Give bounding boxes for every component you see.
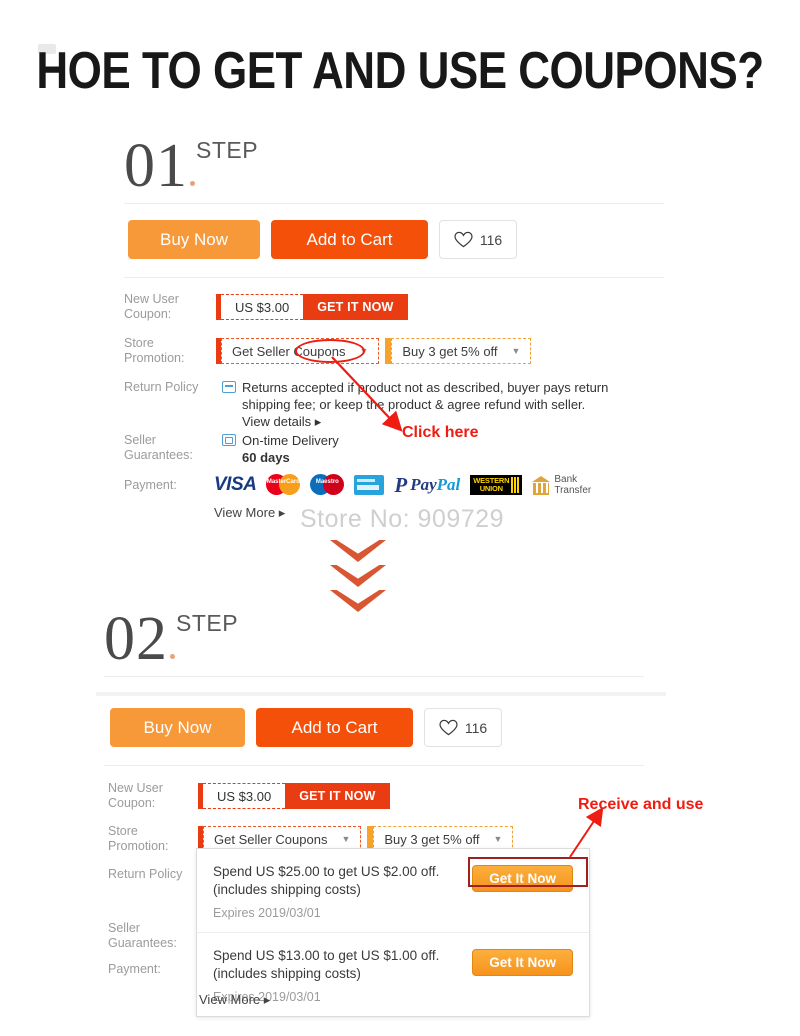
return-policy-line1-wrap: Returns accepted if product not as descr… bbox=[222, 379, 622, 396]
return-policy-line2: shipping fee; or keep the product & agre… bbox=[242, 397, 586, 412]
heart-icon bbox=[439, 719, 458, 736]
buy-now-button[interactable]: Buy Now bbox=[128, 220, 260, 259]
step-01-number: 01 bbox=[124, 135, 195, 197]
payment-methods: VISA MasterCard Maestro P PayPal WESTERN… bbox=[214, 472, 592, 497]
return-policy-label: Return Policy bbox=[108, 867, 183, 881]
new-user-coupon-widget[interactable]: US $3.00 GET IT NOW bbox=[216, 294, 408, 320]
divider-actions-step01 bbox=[124, 277, 664, 278]
coupon-condition-line1: Spend US $25.00 to get US $2.00 off. bbox=[213, 864, 440, 879]
seller-coupons-label: Get Seller Coupons bbox=[214, 831, 328, 847]
wishlist-count: 116 bbox=[464, 719, 488, 736]
annotation-receive-and-use: Receive and use bbox=[578, 796, 704, 813]
chevron-down-icon bbox=[330, 590, 386, 612]
coupon-get-it-now-button[interactable]: GET IT NOW bbox=[303, 294, 408, 320]
action-buttons-step01: Buy Now Add to Cart 116 bbox=[128, 220, 517, 259]
mastercard-icon: MasterCard bbox=[266, 474, 301, 495]
bulk-deal-label: Buy 3 get 5% off bbox=[384, 831, 480, 847]
card-blue-shape bbox=[354, 474, 385, 495]
coupon-condition-line2: (includes shipping costs) bbox=[213, 882, 361, 897]
down-chevrons bbox=[330, 540, 386, 612]
coupon-amount: US $3.00 bbox=[221, 294, 304, 320]
annotation-ellipse-click-target bbox=[295, 339, 365, 363]
maestro-icon: Maestro bbox=[310, 474, 345, 495]
wishlist-button[interactable]: 116 bbox=[439, 220, 517, 259]
step-01-header: 01 STEP bbox=[124, 135, 258, 197]
store-promotion-label: Store Promotion: bbox=[108, 824, 169, 853]
coupon-condition-line1: Spend US $13.00 to get US $1.00 off. bbox=[213, 948, 440, 963]
wishlist-button[interactable]: 116 bbox=[424, 708, 502, 747]
step-02-header: 02 STEP bbox=[104, 608, 238, 670]
chevron-down-icon: ▼ bbox=[511, 346, 521, 356]
paypal-wordmark: PayPal bbox=[410, 474, 461, 494]
section-band-step02 bbox=[96, 692, 666, 696]
bank-card-icon bbox=[354, 474, 385, 495]
heart-icon bbox=[454, 231, 473, 248]
action-buttons-step02: Buy Now Add to Cart 116 bbox=[110, 708, 502, 747]
store-number-watermark: Store No: 909729 bbox=[300, 505, 504, 533]
payment-label: Payment: bbox=[124, 478, 177, 492]
chevron-down-icon bbox=[330, 565, 386, 587]
maestro-label: Maestro bbox=[315, 479, 339, 485]
delivery-days: 60 days bbox=[242, 450, 290, 465]
step-dot bbox=[190, 181, 195, 186]
coupon-amount: US $3.00 bbox=[203, 783, 286, 809]
return-box-icon bbox=[222, 381, 236, 393]
store-promotion-label: Store Promotion: bbox=[124, 336, 185, 365]
wu-text: WESTERN UNION bbox=[473, 475, 510, 493]
wishlist-count: 116 bbox=[479, 231, 503, 248]
paypal-p-mark: P bbox=[394, 472, 408, 497]
page-title: HOE TO GET AND USE COUPONS? bbox=[36, 42, 764, 100]
western-union-icon: WESTERN UNION bbox=[470, 474, 523, 495]
new-user-coupon-widget[interactable]: US $3.00 GET IT NOW bbox=[198, 783, 390, 809]
coupon-instructions-page: HOE TO GET AND USE COUPONS? 01 STEP Buy … bbox=[0, 0, 800, 1036]
divider-step02 bbox=[104, 676, 644, 677]
return-policy-line1: Returns accepted if product not as descr… bbox=[242, 380, 609, 395]
annotation-highlight-get-it-now bbox=[468, 857, 588, 887]
step-dot bbox=[170, 654, 175, 659]
visa-icon: VISA bbox=[214, 473, 257, 495]
bank-transfer-icon: Bank Transfer bbox=[532, 473, 592, 496]
step-02-number: 02 bbox=[104, 608, 175, 670]
add-to-cart-button[interactable]: Add to Cart bbox=[271, 220, 428, 259]
payment-label: Payment: bbox=[108, 962, 161, 976]
divider-step01 bbox=[124, 203, 664, 204]
chevron-down-icon: ▼ bbox=[341, 834, 351, 844]
coupon-expiry: Expires 2019/03/01 bbox=[213, 906, 321, 920]
mastercard-label: MasterCard bbox=[266, 479, 300, 485]
chevron-down-icon bbox=[330, 540, 386, 562]
bulk-deal-label: Buy 3 get 5% off bbox=[402, 343, 498, 359]
coupon-details: Spend US $25.00 to get US $2.00 off. (in… bbox=[213, 863, 472, 920]
bank-transfer-label: Bank Transfer bbox=[554, 473, 592, 496]
view-more-link-step01[interactable]: View More ▸ bbox=[214, 505, 285, 521]
delivery-truck-icon bbox=[222, 434, 236, 446]
buy-now-button[interactable]: Buy Now bbox=[110, 708, 245, 747]
bank-building-icon bbox=[532, 476, 551, 495]
seller-guarantees-label: Seller Guarantees: bbox=[124, 433, 193, 462]
store-promotion-widget: Get Seller Coupons ▼ Buy 3 get 5% off ▼ bbox=[216, 338, 532, 364]
add-to-cart-button[interactable]: Add to Cart bbox=[256, 708, 413, 747]
wu-bars bbox=[511, 476, 520, 493]
coupon-condition-line2: (includes shipping costs) bbox=[213, 966, 361, 981]
chevron-down-icon: ▼ bbox=[493, 834, 503, 844]
new-user-coupon-label: New User Coupon: bbox=[108, 781, 163, 810]
get-it-now-button[interactable]: Get It Now bbox=[472, 949, 573, 976]
new-user-coupon-label: New User Coupon: bbox=[124, 292, 179, 321]
paypal-icon: P PayPal bbox=[394, 472, 461, 497]
divider-actions-step02 bbox=[104, 765, 644, 766]
step-02-word: STEP bbox=[176, 610, 239, 636]
annotation-click-here: Click here bbox=[402, 424, 479, 441]
on-time-delivery: On-time Delivery bbox=[242, 433, 339, 448]
bulk-deal-dropdown[interactable]: Buy 3 get 5% off ▼ bbox=[391, 338, 532, 364]
return-policy-text: Returns accepted if product not as descr… bbox=[222, 379, 622, 430]
step-01-word: STEP bbox=[196, 137, 259, 163]
coupon-get-it-now-button[interactable]: GET IT NOW bbox=[285, 783, 390, 809]
seller-guarantees-label: Seller Guarantees: bbox=[108, 921, 177, 950]
view-more-link-step02[interactable]: View More ▸ bbox=[199, 992, 270, 1008]
return-policy-label: Return Policy bbox=[124, 380, 199, 394]
